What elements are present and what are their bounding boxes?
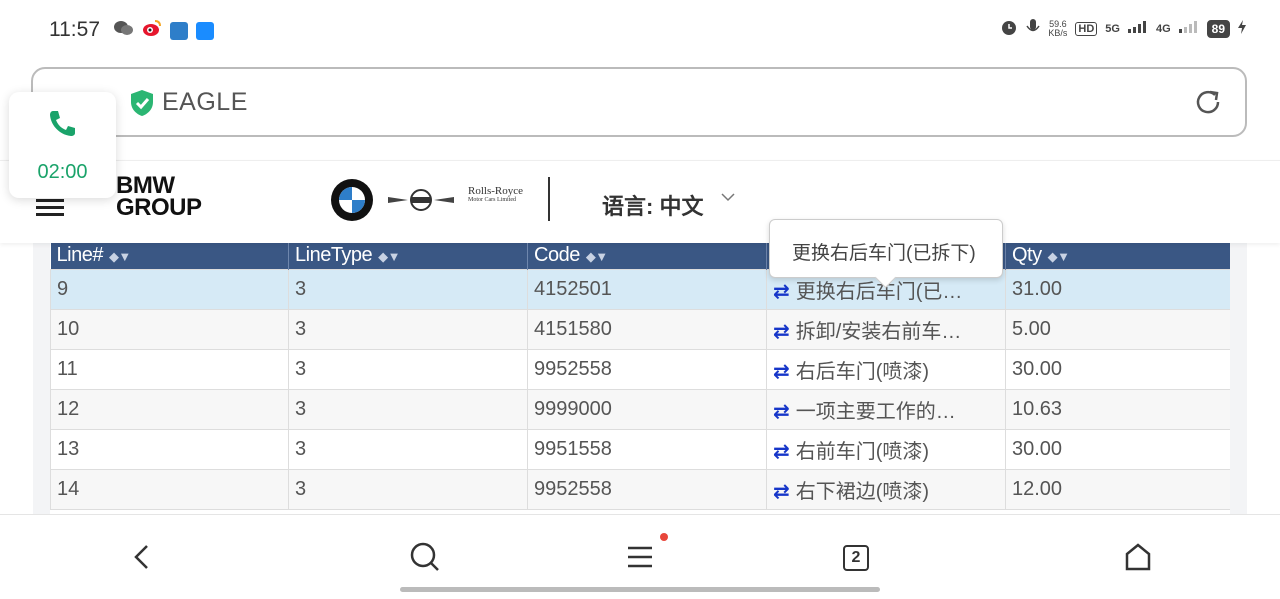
secure-shield-icon: [131, 90, 153, 116]
table-row[interactable]: 10 3 4151580 ⇄ 拆卸/安装右前车… 5.00: [50, 309, 1230, 350]
cell-type: 3: [288, 349, 528, 390]
cell-type: 3: [288, 309, 528, 350]
search-icon[interactable]: [408, 540, 442, 574]
charging-icon: [1238, 20, 1246, 37]
cell-code: 9952558: [527, 469, 767, 510]
table-row[interactable]: 13 3 9951558 ⇄ 右前车门(喷漆) 30.00: [50, 429, 1230, 470]
cell-type: 3: [288, 469, 528, 510]
app-icon: [170, 21, 188, 40]
signal-4g: 4G: [1155, 22, 1171, 35]
job-lines-table: Line# ◆▼ LineType ◆▼ Code ◆▼ Qty ◆▼ 9 3 4152…: [50, 242, 1230, 514]
cell-code: 4152501: [527, 269, 767, 310]
notification-dot: [660, 533, 668, 541]
cell-line: 10: [50, 309, 289, 350]
mini-logo: [388, 189, 454, 211]
table-row[interactable]: 12 3 9999000 ⇄ 一项主要工作的… 10.63: [50, 389, 1230, 430]
exchange-icon[interactable]: ⇄: [773, 481, 790, 503]
header-divider: [548, 177, 550, 221]
sort-filter-icon[interactable]: ◆▼: [586, 249, 608, 264]
table-header-row: Line# ◆▼ LineType ◆▼ Code ◆▼ Qty ◆▼: [50, 242, 1230, 270]
table-row[interactable]: 14 3 9952558 ⇄ 右下裙边(喷漆) 12.00: [50, 469, 1230, 510]
status-bar: 11:57 59.6 KB/s HD 5G 4G 89: [0, 0, 1280, 60]
signal-5g: 5G: [1105, 22, 1120, 35]
exchange-icon[interactable]: ⇄: [773, 321, 790, 343]
cell-code: 9999000: [527, 389, 767, 430]
description-tooltip: 更换右后车门(已拆下): [769, 219, 1003, 289]
cell-code: 4151580: [527, 309, 767, 350]
column-header-code[interactable]: Code ◆▼: [527, 242, 767, 270]
wechat-icon: [114, 20, 134, 41]
site-name: EAGLE: [162, 88, 248, 116]
alarm-icon: [1000, 18, 1018, 39]
bmw-roundel-logo: [331, 179, 373, 221]
sort-filter-icon[interactable]: ◆▼: [378, 249, 400, 264]
cell-qty: 10.63: [1005, 389, 1230, 430]
cell-description: ⇄ 右下裙边(喷漆): [766, 469, 1006, 510]
address-bar[interactable]: EAGLE: [31, 67, 1247, 137]
app-icon: [196, 21, 214, 40]
cell-description: ⇄ 拆卸/安装右前车…: [766, 309, 1006, 350]
exchange-icon[interactable]: ⇄: [773, 401, 790, 423]
sort-filter-icon[interactable]: ◆▼: [109, 249, 131, 264]
signal-bars-icon: [1127, 21, 1148, 36]
cell-type: 3: [288, 269, 528, 310]
cell-qty: 12.00: [1005, 469, 1230, 510]
bmw-group-logo: BMW GROUP: [116, 172, 202, 221]
column-header-qty[interactable]: Qty ◆▼: [1005, 242, 1230, 270]
cell-code: 9951558: [527, 429, 767, 470]
reload-icon[interactable]: [1193, 87, 1223, 117]
hd-badge: HD: [1075, 21, 1098, 36]
sort-filter-icon[interactable]: ◆▼: [1048, 249, 1070, 264]
weibo-icon: [142, 19, 162, 42]
cell-qty: 31.00: [1005, 269, 1230, 310]
tooltip-text: 更换右后车门(已拆下): [792, 243, 976, 264]
battery-level: 89: [1206, 19, 1230, 38]
menu-icon[interactable]: [623, 540, 657, 574]
cell-line: 12: [50, 389, 289, 430]
cell-description: ⇄ 右前车门(喷漆): [766, 429, 1006, 470]
clock: 11:57: [49, 18, 100, 41]
cell-qty: 30.00: [1005, 349, 1230, 390]
home-icon[interactable]: [1121, 540, 1155, 574]
site-header: BMW GROUP Rolls-Royce Motor Cars Limited…: [0, 160, 1280, 243]
exchange-icon[interactable]: ⇄: [773, 281, 790, 303]
cell-qty: 30.00: [1005, 429, 1230, 470]
column-header-line[interactable]: Line# ◆▼: [50, 242, 289, 270]
tabs-button[interactable]: 2: [843, 545, 869, 571]
cell-type: 3: [288, 389, 528, 430]
system-indicators: 59.6 KB/s HD 5G 4G 89: [1000, 18, 1246, 39]
cell-line: 9: [50, 269, 289, 310]
floating-call-widget[interactable]: 02:00: [9, 92, 116, 198]
mic-icon: [1026, 18, 1040, 39]
chevron-down-icon[interactable]: [721, 189, 735, 207]
table-row[interactable]: 9 3 4152501 ⇄ 更换右后车门(已… 31.00: [50, 269, 1230, 310]
language-selector[interactable]: 语言: 中文: [602, 189, 703, 221]
table-row[interactable]: 11 3 9952558 ⇄ 右后车门(喷漆) 30.00: [50, 349, 1230, 390]
cell-line: 11: [50, 349, 289, 390]
cell-description: ⇄ 右后车门(喷漆): [766, 349, 1006, 390]
exchange-icon[interactable]: ⇄: [773, 361, 790, 383]
notification-icons: [114, 19, 214, 42]
gesture-bar[interactable]: [400, 587, 880, 592]
rolls-royce-logo: Rolls-Royce Motor Cars Limited: [468, 185, 523, 204]
cell-line: 14: [50, 469, 289, 510]
cell-type: 3: [288, 429, 528, 470]
cell-code: 9952558: [527, 349, 767, 390]
cell-line: 13: [50, 429, 289, 470]
net-speed: 59.6 KB/s: [1048, 18, 1068, 38]
column-header-linetype[interactable]: LineType ◆▼: [288, 242, 528, 270]
phone-icon: [50, 111, 75, 136]
cell-description: ⇄ 一项主要工作的…: [766, 389, 1006, 430]
hamburger-menu-icon[interactable]: [36, 199, 64, 217]
back-icon[interactable]: [126, 540, 160, 574]
exchange-icon[interactable]: ⇄: [773, 441, 790, 463]
call-timer: 02:00: [37, 161, 88, 183]
signal-bars-icon: [1178, 21, 1199, 36]
browser-bottom-nav: 2: [0, 514, 1280, 599]
cell-qty: 5.00: [1005, 309, 1230, 350]
